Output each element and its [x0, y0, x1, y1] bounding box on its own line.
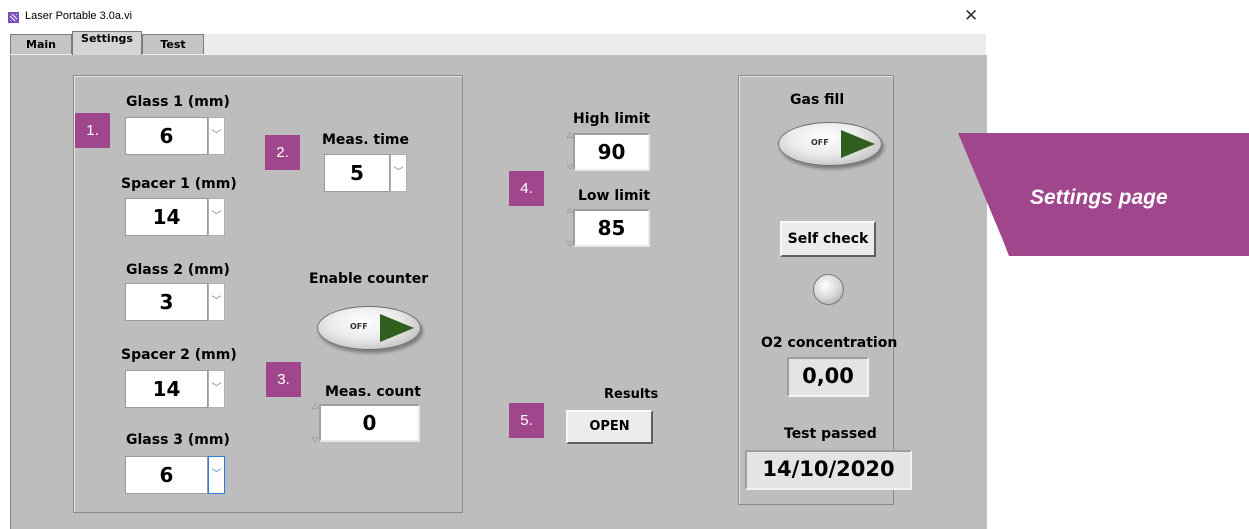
callout-banner [958, 133, 1249, 256]
callout-text: Settings page [1030, 186, 1168, 209]
